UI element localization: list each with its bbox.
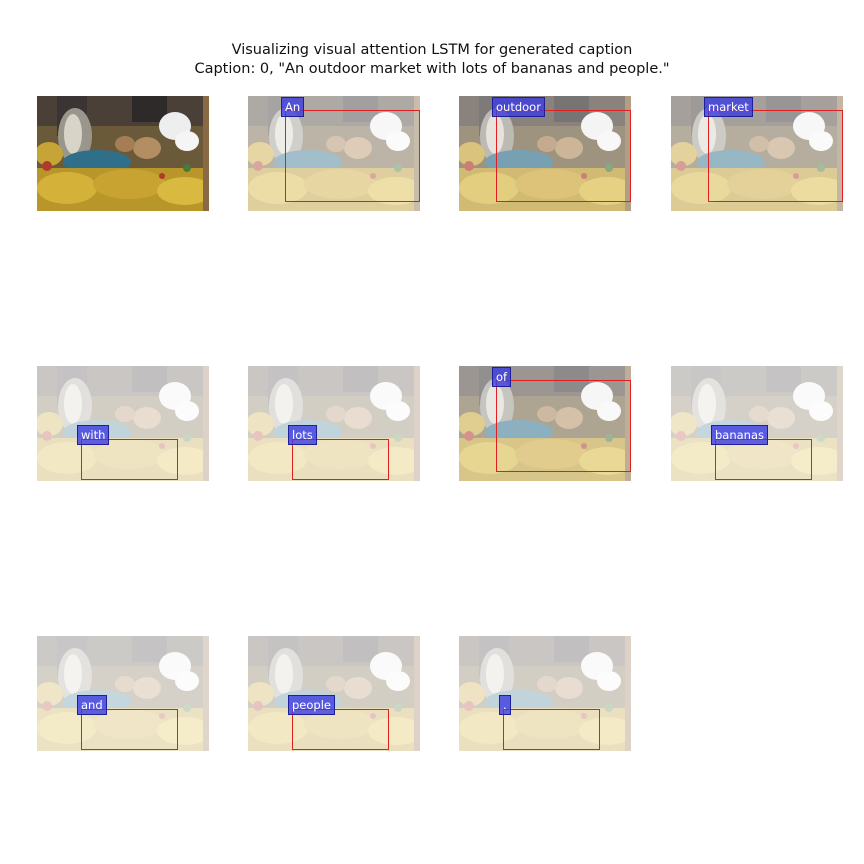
word-label: market: [704, 97, 753, 117]
attention-box: [708, 110, 843, 202]
word-label: of: [492, 367, 512, 387]
attention-tile-outdoor: outdoor: [459, 96, 631, 211]
attention-box: [81, 709, 178, 750]
word-label: people: [288, 695, 335, 715]
word-label: .: [499, 695, 511, 715]
word-label: and: [77, 695, 107, 715]
caption-line: Caption: 0, "An outdoor market with lots…: [194, 61, 670, 77]
word-label: outdoor: [492, 97, 545, 117]
attention-tile-an: An: [248, 96, 420, 211]
attention-box: [292, 439, 389, 480]
attention-tile-with: with: [37, 366, 209, 481]
attention-box: [81, 439, 178, 480]
attention-tile-and: and: [37, 636, 209, 751]
attention-box: [503, 709, 600, 750]
word-label: An: [281, 97, 305, 117]
attention-tile-lots: lots: [248, 366, 420, 481]
attention-tile-bananas: bananas: [671, 366, 843, 481]
attention-tile-market: market: [671, 96, 843, 211]
attention-box: [496, 380, 631, 472]
attention-box: [292, 709, 389, 750]
attention-tile-of: of: [459, 366, 631, 481]
original-image-tile: [37, 96, 209, 211]
attention-tile-period: .: [459, 636, 631, 751]
word-label: lots: [288, 425, 317, 445]
figure-title: Visualizing visual attention LSTM for ge…: [231, 42, 633, 58]
attention-box: [285, 110, 420, 202]
attention-tile-people: people: [248, 636, 420, 751]
word-label: bananas: [711, 425, 769, 445]
attention-box: [496, 110, 631, 202]
attention-box: [715, 439, 812, 480]
word-label: with: [77, 425, 110, 445]
